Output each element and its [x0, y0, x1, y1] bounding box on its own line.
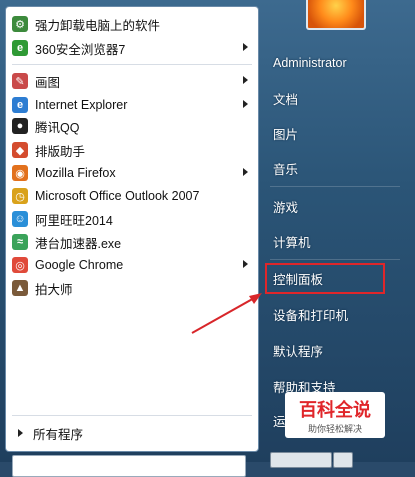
program-item[interactable]: ◎ Google Chrome [6, 254, 258, 276]
program-label: 港台加速器.exe [35, 236, 122, 251]
chrome-icon: ◎ [12, 257, 28, 273]
submenu-arrow-icon [243, 168, 248, 176]
right-item-administrator[interactable]: Administrator [273, 53, 347, 73]
uninstall-icon: ⚙ [12, 16, 28, 32]
paidashi-icon: ▲ [12, 280, 28, 296]
search-input[interactable] [12, 455, 246, 477]
program-item[interactable]: ≈ 港台加速器.exe [6, 231, 258, 253]
separator [270, 259, 400, 260]
accelerator-icon: ≈ [12, 234, 28, 250]
paint-icon: ✎ [12, 73, 28, 89]
program-label: 360安全浏览器7 [35, 42, 126, 57]
programs-pane: ⚙ 强力卸载电脑上的软件 e 360安全浏览器7 ✎ 画图 e Internet Explor… [5, 6, 259, 452]
program-item[interactable]: ✎ 画图 [6, 70, 258, 92]
program-item[interactable]: ◉ Mozilla Firefox [6, 162, 258, 184]
right-item-computer[interactable]: 计算机 [273, 231, 311, 251]
submenu-arrow-icon [243, 76, 248, 84]
right-item-label: 默认程序 [273, 344, 324, 359]
submenu-arrow-icon [243, 43, 248, 51]
submenu-arrow-icon [243, 260, 248, 268]
program-label: Microsoft Office Outlook 2007 [35, 189, 200, 203]
watermark-sub: 助你轻松解决 [307, 424, 362, 434]
right-item-games[interactable]: 游戏 [273, 196, 298, 216]
program-item[interactable]: ☺ 阿里旺旺2014 [6, 208, 258, 230]
right-item-label: 文档 [273, 92, 299, 107]
program-item[interactable]: ● 腾讯QQ [6, 115, 258, 137]
program-label: 腾讯QQ [35, 120, 80, 135]
program-label: 画图 [35, 75, 61, 90]
shutdown-button[interactable] [270, 452, 332, 468]
right-item-label: 音乐 [273, 162, 299, 177]
right-item-default-programs[interactable]: 默认程序 [273, 340, 323, 360]
right-item-label: 游戏 [273, 200, 299, 215]
program-item[interactable]: ◷ Microsoft Office Outlook 2007 [6, 185, 258, 207]
right-item-music[interactable]: 音乐 [273, 158, 298, 178]
program-label: 拍大师 [35, 282, 73, 297]
typesetting-icon: ◆ [12, 142, 28, 158]
right-item-label: 设备和打印机 [273, 308, 349, 323]
start-menu: ⚙ 强力卸载电脑上的软件 e 360安全浏览器7 ✎ 画图 e Internet Explor… [0, 0, 415, 477]
right-item-label: Administrator [273, 56, 347, 70]
firefox-icon: ◉ [12, 165, 28, 181]
ie-icon: e [12, 97, 28, 113]
all-programs-label: 所有程序 [33, 427, 84, 442]
program-item[interactable]: ⚙ 强力卸载电脑上的软件 [6, 13, 258, 35]
program-label: Google Chrome [35, 258, 124, 272]
right-item-label: 图片 [273, 127, 299, 142]
program-item[interactable]: ◆ 排版助手 [6, 139, 258, 161]
user-avatar[interactable] [306, 0, 366, 30]
watermark-main: 百科全说 [299, 400, 371, 420]
separator [12, 415, 252, 416]
program-label: 阿里旺旺2014 [35, 213, 113, 228]
qq-penguin-icon: ● [12, 118, 28, 134]
right-item-devices-printers[interactable]: 设备和打印机 [273, 304, 348, 324]
right-item-documents[interactable]: 文档 [273, 88, 298, 108]
watermark-logo: 百科全说 助你轻松解决 [285, 392, 385, 438]
separator [12, 64, 252, 65]
aliwangwang-icon: ☺ [12, 211, 28, 227]
program-label: 强力卸载电脑上的软件 [35, 18, 161, 33]
right-item-pictures[interactable]: 图片 [273, 123, 298, 143]
program-item[interactable]: e 360安全浏览器7 [6, 37, 258, 59]
submenu-arrow-icon [243, 100, 248, 108]
right-item-label: 计算机 [273, 235, 311, 250]
program-item[interactable]: e Internet Explorer [6, 94, 258, 116]
program-label: Mozilla Firefox [35, 166, 116, 180]
program-item[interactable]: ▲ 拍大师 [6, 277, 258, 299]
360-browser-icon: e [12, 40, 28, 56]
outlook-icon: ◷ [12, 188, 28, 204]
program-list: ⚙ 强力卸载电脑上的软件 e 360安全浏览器7 ✎ 画图 e Internet Explor… [6, 7, 258, 413]
highlight-box [265, 263, 385, 294]
program-label: Internet Explorer [35, 98, 128, 112]
separator [270, 186, 400, 187]
right-item-label: 运 [273, 414, 286, 429]
program-label: 排版助手 [35, 144, 86, 159]
chevron-right-icon [18, 429, 23, 437]
all-programs-button[interactable]: 所有程序 [6, 421, 258, 445]
shutdown-options-button[interactable] [333, 452, 353, 468]
right-item-run[interactable]: 运 [273, 410, 286, 430]
